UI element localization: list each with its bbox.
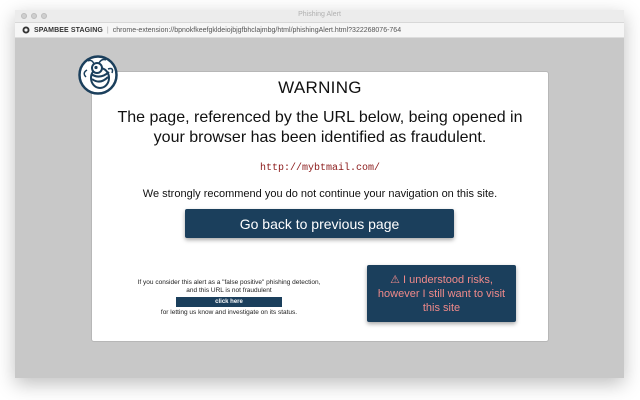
warning-triangle-icon: ⚠ (390, 273, 400, 286)
continue-anyway-button[interactable]: ⚠ I understood risks, however I still wan… (367, 265, 516, 322)
page-url[interactable]: chrome-extension://bpnokfkeefgkldeiojbjg… (113, 27, 401, 34)
warning-heading: WARNING (278, 78, 362, 97)
flagged-url: http://mybtmail.com/ (259, 163, 381, 174)
report-false-positive-button[interactable]: click here (176, 297, 282, 307)
false-positive-line-3: for letting us know and investigate on i… (160, 309, 298, 316)
risk-button-label: ⚠ I understood risks, however I still wan… (375, 273, 508, 315)
false-positive-line-1: If you consider this alert as a "false p… (137, 279, 321, 286)
window-title: Phishing Alert (298, 11, 341, 18)
go-back-button[interactable]: Go back to previous page (185, 209, 454, 238)
title-bar: Phishing Alert (15, 10, 624, 23)
recommendation-text: We strongly recommend you do not continu… (142, 188, 498, 200)
false-positive-line-2: and this URL is not fraudulent (186, 287, 272, 294)
spambee-small-icon (21, 26, 30, 35)
browser-window: Phishing Alert SPAMBEE STAGING | chrome-… (15, 10, 624, 378)
address-bar[interactable]: SPAMBEE STAGING | chrome-extension://bpn… (15, 23, 624, 38)
phishing-alert-card: WARNING The page, referenced by the URL … (91, 71, 549, 342)
false-positive-block: If you consider this alert as a "false p… (122, 279, 336, 317)
fraud-message: The page, referenced by the URL below, b… (117, 109, 523, 146)
extension-name: SPAMBEE STAGING (34, 26, 103, 34)
spambee-bee-logo (78, 55, 118, 95)
url-separator: | (106, 26, 109, 34)
